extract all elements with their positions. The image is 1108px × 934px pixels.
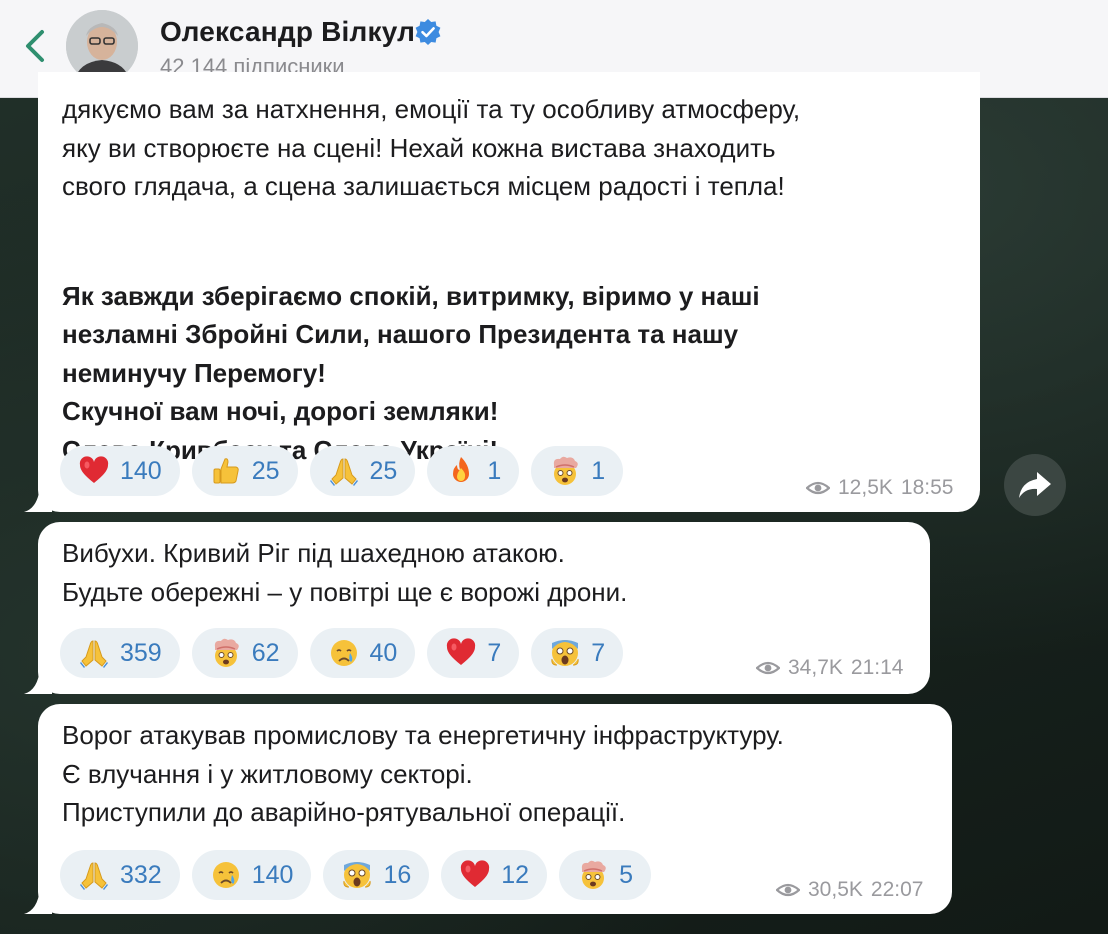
- exploding-head-emoji-icon: [213, 637, 240, 668]
- message-text: Вибухи. Кривий Ріг під шахедною атакою. …: [62, 538, 628, 607]
- heart-emoji-icon: [461, 860, 490, 887]
- message-time: 22:07: [870, 878, 924, 901]
- heart-emoji-icon: [79, 456, 109, 483]
- bubble-tail: [24, 486, 52, 512]
- screaming-face-emoji-icon: [551, 639, 579, 667]
- message-meta: 12,5K 18:55: [806, 476, 953, 500]
- share-arrow-icon: [1019, 472, 1051, 498]
- message-time: 21:14: [850, 656, 904, 679]
- reaction-fire[interactable]: 1: [427, 446, 520, 496]
- reaction-folded-hands[interactable]: 332: [60, 850, 180, 900]
- folded-hands-emoji-icon: [79, 862, 109, 891]
- reaction-screaming-face[interactable]: 7: [531, 628, 624, 678]
- reaction-count: 12: [501, 860, 530, 889]
- reaction-count: 332: [120, 860, 162, 889]
- folded-hands-emoji-icon: [329, 458, 359, 487]
- channel-name[interactable]: Олександр Вілкул: [160, 16, 415, 48]
- message-time: 18:55: [900, 476, 954, 499]
- views-eye-icon: [756, 661, 780, 675]
- back-chevron-icon[interactable]: [22, 28, 48, 64]
- reaction-exploding-head[interactable]: 1: [531, 446, 624, 496]
- screaming-face-emoji-icon: [343, 861, 372, 889]
- reaction-heart[interactable]: 140: [60, 446, 180, 496]
- message-bubble[interactable]: Ворог атакував промислову та енергетичну…: [38, 704, 952, 914]
- reaction-folded-hands[interactable]: 25: [309, 446, 416, 496]
- reaction-count: 16: [383, 860, 412, 889]
- reactions-row: 359 62 40 7 7: [60, 628, 624, 678]
- reaction-exploding-head[interactable]: 5: [559, 850, 651, 900]
- reaction-folded-hands[interactable]: 359: [60, 628, 180, 678]
- message-text: дякуємо вам за натхнення, емоції та ту о…: [62, 94, 801, 201]
- reaction-count: 140: [120, 456, 162, 485]
- bubble-tail: [24, 668, 52, 694]
- view-count: 12,5K: [838, 476, 893, 499]
- view-count: 30,5K: [808, 878, 863, 901]
- reaction-count: 140: [251, 860, 294, 889]
- reaction-count: 7: [591, 638, 606, 667]
- reaction-thumbs-up[interactable]: 25: [191, 446, 298, 496]
- crying-face-emoji-icon: [211, 861, 240, 889]
- views-eye-icon: [776, 883, 800, 897]
- views-eye-icon: [806, 481, 830, 495]
- message-text: Ворог атакував промислову та енергетичну…: [62, 720, 784, 827]
- reaction-crying-face[interactable]: 140: [191, 850, 312, 900]
- message-bubble[interactable]: Вибухи. Кривий Ріг під шахедною атакою. …: [38, 522, 930, 694]
- fire-emoji-icon: [453, 457, 470, 482]
- reaction-count: 25: [251, 456, 280, 485]
- heart-emoji-icon: [447, 638, 476, 665]
- reaction-count: 62: [251, 638, 280, 667]
- reaction-count: 25: [369, 456, 398, 485]
- thumbs-up-emoji-icon: [213, 458, 239, 484]
- share-button[interactable]: [1004, 454, 1066, 516]
- message-text-bold: Як завжди зберігаємо спокій, витримку, в…: [62, 238, 760, 469]
- reaction-count: 359: [120, 638, 162, 667]
- reactions-row: 140 25 25 1 1: [60, 446, 624, 496]
- bubble-tail: [24, 888, 52, 914]
- message-meta: 30,5K 22:07: [776, 878, 923, 902]
- reaction-exploding-head[interactable]: 62: [191, 628, 298, 678]
- reaction-count: 40: [369, 638, 398, 667]
- message-bubble[interactable]: дякуємо вам за натхнення, емоції та ту о…: [38, 72, 980, 512]
- reaction-heart[interactable]: 12: [441, 850, 548, 900]
- reactions-row: 332 140 16 12 5: [60, 850, 651, 900]
- message-meta: 34,7K 21:14: [756, 656, 903, 680]
- verified-badge-icon: [415, 19, 441, 45]
- view-count: 34,7K: [788, 656, 843, 679]
- reaction-crying-face[interactable]: 40: [309, 628, 416, 678]
- message-bold-span: Як завжди зберігаємо спокій, витримку, в…: [62, 280, 760, 465]
- reaction-count: 7: [487, 638, 502, 667]
- exploding-head-emoji-icon: [581, 859, 607, 890]
- reaction-count: 1: [591, 456, 606, 485]
- reaction-count: 1: [487, 456, 502, 485]
- reaction-heart[interactable]: 7: [427, 628, 520, 678]
- crying-face-emoji-icon: [329, 639, 358, 667]
- reaction-screaming-face[interactable]: 16: [323, 850, 430, 900]
- exploding-head-emoji-icon: [553, 455, 579, 486]
- folded-hands-emoji-icon: [79, 640, 109, 669]
- reaction-count: 5: [619, 860, 633, 889]
